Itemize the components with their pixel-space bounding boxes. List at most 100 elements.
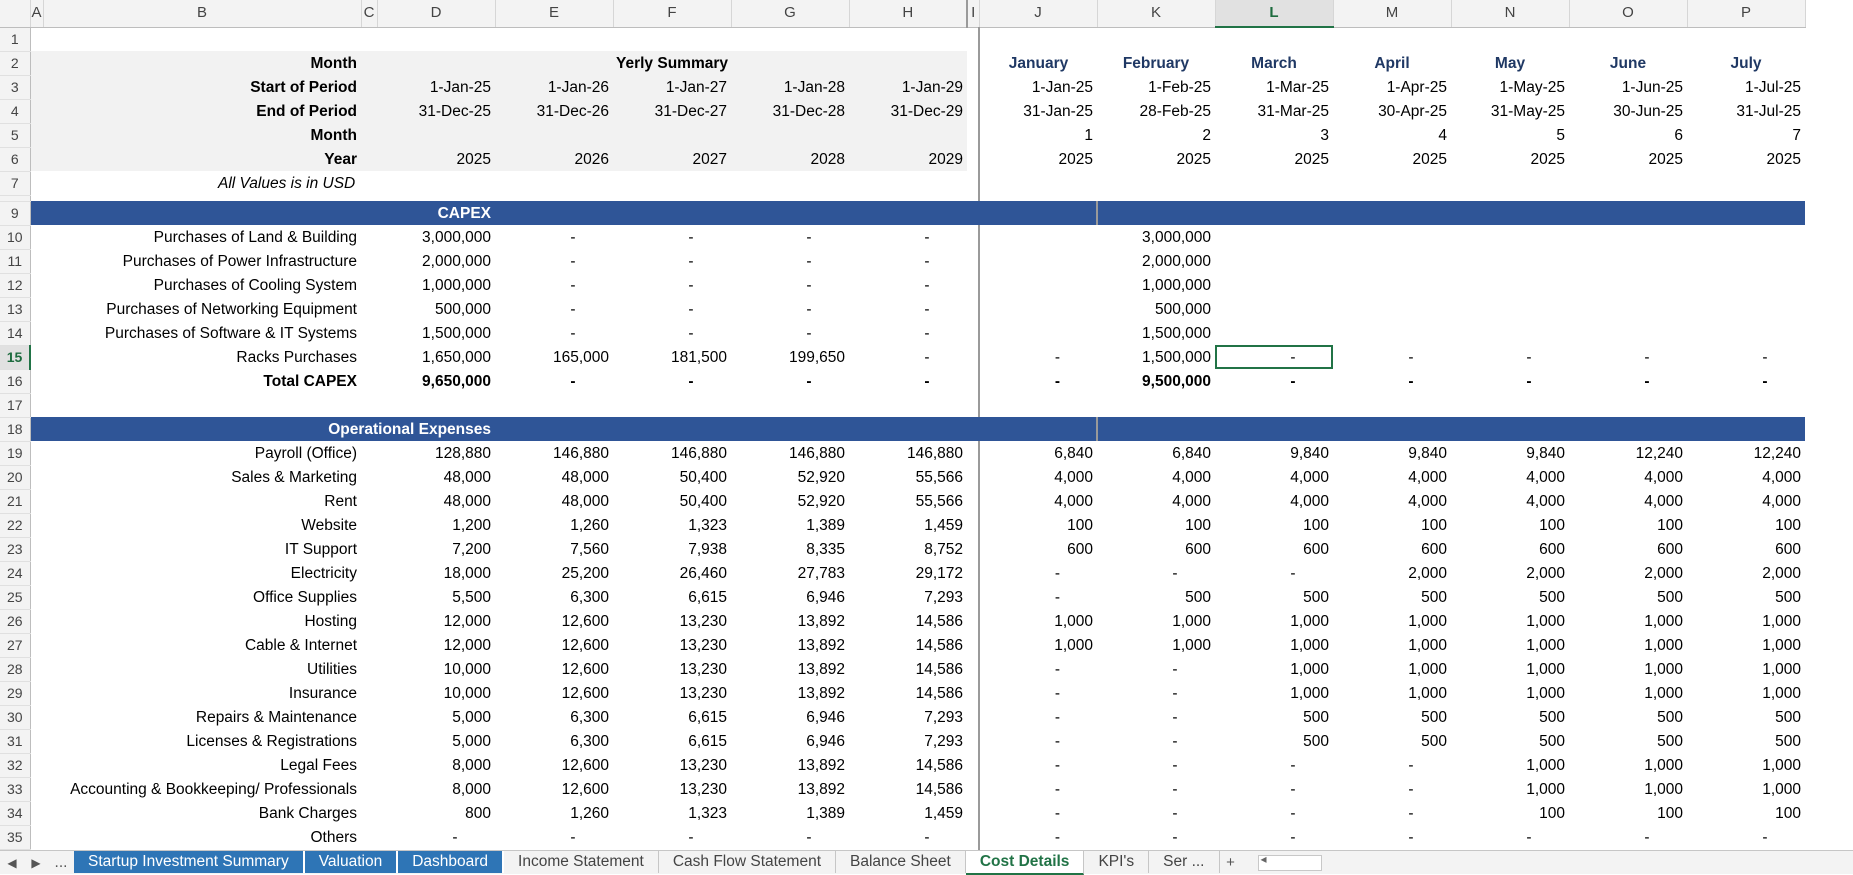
cell-i2[interactable] [967, 51, 980, 75]
row-header-19[interactable]: 19 [0, 441, 31, 466]
row-header-25[interactable]: 25 [0, 585, 31, 610]
value-cell[interactable] [1687, 249, 1805, 273]
summary-header-value[interactable]: 1-Jan-29 [849, 75, 967, 99]
value-cell[interactable]: 2,000,000 [377, 249, 495, 273]
cell-c12[interactable] [361, 273, 377, 297]
value-cell[interactable]: 10,000 [377, 657, 495, 681]
summary-header-value[interactable]: 31-Dec-29 [849, 99, 967, 123]
value-cell[interactable]: - [1451, 345, 1569, 369]
value-cell[interactable] [979, 225, 1097, 249]
total-value[interactable]: - [1333, 369, 1451, 393]
value-cell[interactable]: - [849, 273, 967, 297]
next-sheet-arrow-icon[interactable]: ▶ [24, 856, 48, 870]
value-cell[interactable]: 6,615 [613, 729, 731, 753]
cell-i24[interactable] [967, 561, 980, 585]
cell-i19[interactable] [967, 441, 980, 465]
value-cell[interactable]: 500 [1451, 585, 1569, 609]
cell-a12[interactable] [30, 273, 43, 297]
cell-i27[interactable] [967, 633, 980, 657]
value-cell[interactable]: 1,000,000 [377, 273, 495, 297]
summary-header-value[interactable]: 1-Jan-26 [495, 75, 613, 99]
value-cell[interactable]: 9,840 [1215, 441, 1333, 465]
value-cell[interactable]: 14,586 [849, 681, 967, 705]
value-cell[interactable]: - [849, 297, 967, 321]
opex-section-title[interactable]: Operational Expenses [43, 417, 495, 441]
row-header-1[interactable]: 1 [0, 27, 31, 52]
value-cell[interactable]: 1,323 [613, 801, 731, 825]
value-cell[interactable]: - [613, 825, 731, 849]
cell[interactable] [495, 27, 613, 51]
monthly-header-value[interactable]: 1-Feb-25 [1097, 75, 1215, 99]
cell-a30[interactable] [30, 705, 43, 729]
cell-a32[interactable] [30, 753, 43, 777]
value-cell[interactable]: 600 [1569, 537, 1687, 561]
line-item-label[interactable]: Payroll (Office) [43, 441, 361, 465]
cell-a11[interactable] [30, 249, 43, 273]
line-item-label[interactable]: Accounting & Bookkeeping/ Professionals [43, 777, 361, 801]
value-cell[interactable]: - [979, 801, 1097, 825]
row-header-6[interactable]: 6 [0, 147, 31, 172]
monthly-header-value[interactable]: 5 [1451, 123, 1569, 147]
value-cell[interactable]: 600 [1451, 537, 1569, 561]
band-cell[interactable] [1215, 201, 1333, 225]
value-cell[interactable]: 12,240 [1569, 441, 1687, 465]
cell-c15[interactable] [361, 345, 377, 369]
header-label[interactable]: Start of Period [43, 75, 361, 99]
column-header-a[interactable]: A [30, 0, 44, 28]
cell[interactable] [361, 393, 377, 417]
band-cell[interactable] [1687, 201, 1805, 225]
value-cell[interactable] [979, 321, 1097, 345]
value-cell[interactable]: 4,000 [979, 489, 1097, 513]
value-cell[interactable]: 1,500,000 [1097, 321, 1215, 345]
value-cell[interactable]: 6,946 [731, 705, 849, 729]
value-cell[interactable]: 26,460 [613, 561, 731, 585]
line-item-label[interactable]: Purchases of Land & Building [43, 225, 361, 249]
cell[interactable] [377, 393, 495, 417]
cell-c2[interactable] [361, 51, 377, 75]
value-cell[interactable]: 1,000,000 [1097, 273, 1215, 297]
value-cell[interactable]: 100 [1451, 801, 1569, 825]
total-value[interactable]: - [1687, 369, 1805, 393]
value-cell[interactable]: 100 [1097, 513, 1215, 537]
cell-c11[interactable] [361, 249, 377, 273]
value-cell[interactable]: 600 [979, 537, 1097, 561]
value-cell[interactable] [1215, 249, 1333, 273]
month-name[interactable]: June [1569, 51, 1687, 75]
value-cell[interactable]: 1,000 [1687, 609, 1805, 633]
total-value[interactable]: - [979, 369, 1097, 393]
value-cell[interactable]: 13,230 [613, 609, 731, 633]
cell-c13[interactable] [361, 297, 377, 321]
band-cell[interactable] [1451, 201, 1569, 225]
value-cell[interactable]: - [613, 273, 731, 297]
value-cell[interactable]: - [731, 273, 849, 297]
monthly-header-value[interactable]: 2025 [1333, 147, 1451, 171]
value-cell[interactable]: 1,000 [1451, 753, 1569, 777]
total-value[interactable]: 9,500,000 [1097, 369, 1215, 393]
band-cell[interactable] [1097, 201, 1215, 225]
line-item-label[interactable]: Cable & Internet [43, 633, 361, 657]
value-cell[interactable]: 1,000 [1569, 681, 1687, 705]
monthly-header-value[interactable]: 1-Apr-25 [1333, 75, 1451, 99]
value-cell[interactable]: - [1215, 777, 1333, 801]
total-value[interactable]: - [613, 369, 731, 393]
line-item-label[interactable]: Purchases of Power Infrastructure [43, 249, 361, 273]
value-cell[interactable]: 12,600 [495, 681, 613, 705]
value-cell[interactable]: 52,920 [731, 489, 849, 513]
value-cell[interactable]: 500 [1451, 729, 1569, 753]
value-cell[interactable]: - [849, 225, 967, 249]
value-cell[interactable]: 1,000 [1215, 609, 1333, 633]
value-cell[interactable]: - [613, 297, 731, 321]
value-cell[interactable]: 600 [1687, 537, 1805, 561]
row-header-15[interactable]: 15 [0, 345, 31, 370]
band-cell[interactable] [731, 201, 849, 225]
summary-header-value[interactable]: 31-Dec-27 [613, 99, 731, 123]
cell-a4[interactable] [30, 99, 43, 123]
line-item-label[interactable]: Bank Charges [43, 801, 361, 825]
value-cell[interactable] [1569, 225, 1687, 249]
cell[interactable] [613, 171, 731, 195]
row-header-28[interactable]: 28 [0, 657, 31, 682]
cell-c19[interactable] [361, 441, 377, 465]
cell-i11[interactable] [967, 249, 980, 273]
value-cell[interactable] [979, 249, 1097, 273]
column-header-h[interactable]: H [849, 0, 968, 28]
